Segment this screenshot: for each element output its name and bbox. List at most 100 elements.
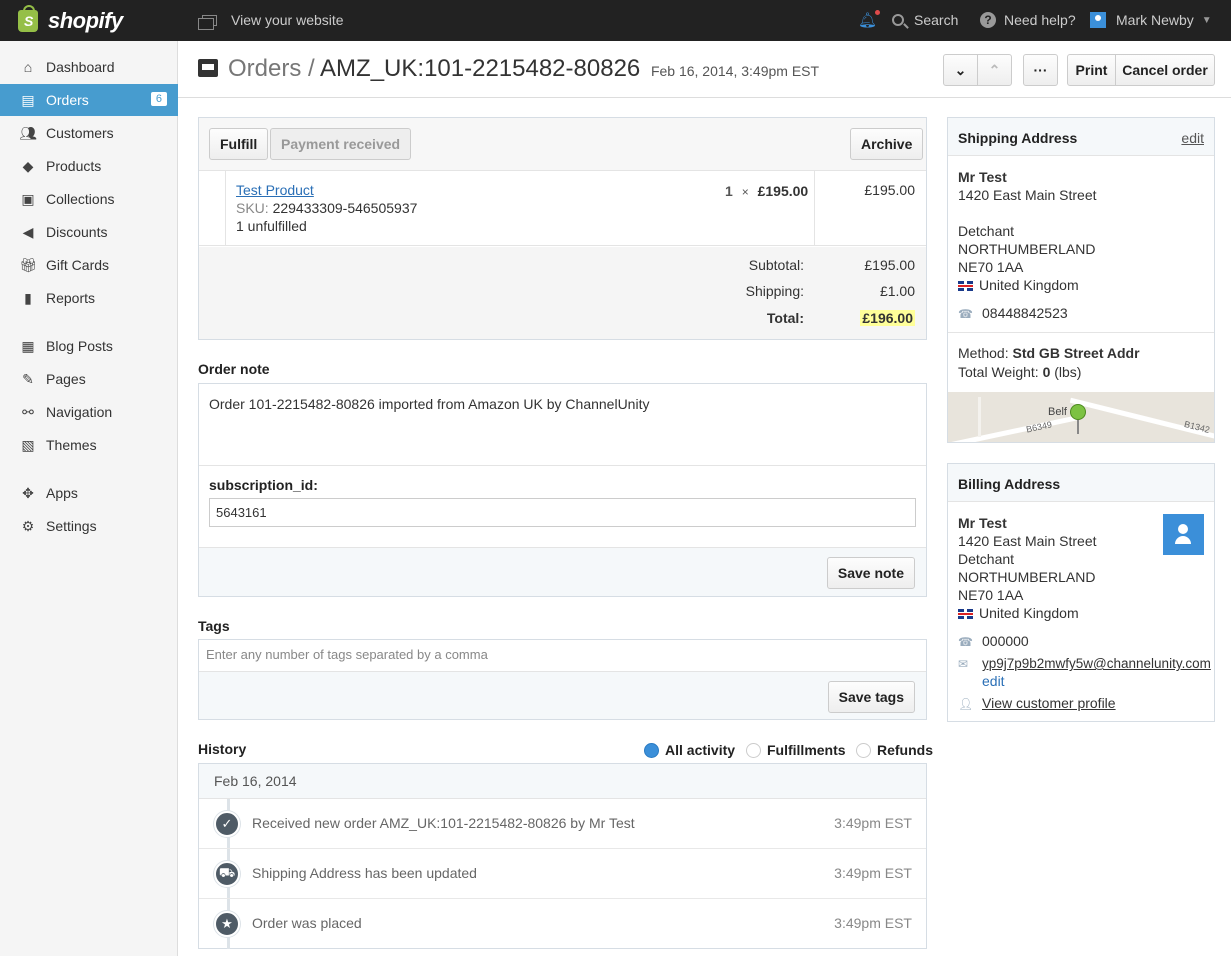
- billing-address-header: Billing Address: [948, 464, 1214, 502]
- link-icon: ⚯: [22, 403, 34, 420]
- billing-postcode: NE70 1AA: [958, 587, 1024, 603]
- sidebar-item-products[interactable]: ◆ Products: [0, 150, 178, 182]
- sidebar-item-dashboard[interactable]: ⌂ Dashboard: [0, 51, 178, 83]
- search-button[interactable]: Search: [892, 12, 958, 28]
- tags-input[interactable]: Enter any number of tags separated by a …: [206, 647, 488, 662]
- sidebar-item-blog-posts[interactable]: ▦ Blog Posts: [0, 330, 178, 362]
- more-actions-button[interactable]: ···: [1023, 54, 1058, 86]
- sidebar-item-gift-cards[interactable]: 🎁︎ Gift Cards: [0, 249, 178, 281]
- sidebar-item-discounts[interactable]: ◀ Discounts: [0, 216, 178, 248]
- history-event: ⛟ Shipping Address has been updated 3:49…: [199, 849, 926, 899]
- view-customer-profile-link[interactable]: View customer profile: [982, 695, 1116, 711]
- view-customer-profile[interactable]: 👤︎ View customer profile: [958, 695, 1116, 711]
- weight-value: 0: [1042, 364, 1051, 380]
- shipping-city: Detchant: [958, 223, 1015, 239]
- billing-address-title: Billing Address: [958, 476, 1061, 492]
- cancel-order-button[interactable]: Cancel order: [1115, 54, 1215, 86]
- uk-flag-icon: [958, 609, 973, 619]
- gift-icon: 🎁︎: [19, 256, 37, 273]
- pages-icon: ✎: [22, 370, 34, 387]
- sidebar-item-orders[interactable]: ▤ Orders 6: [0, 84, 178, 116]
- apps-icon: ✥: [22, 484, 34, 501]
- save-note-button[interactable]: Save note: [826, 557, 915, 589]
- phone-icon: ☎: [958, 307, 973, 321]
- shipping-row: Shipping: £1.00: [199, 283, 926, 303]
- print-button[interactable]: Print: [1067, 54, 1116, 86]
- save-tags-button[interactable]: Save tags: [827, 681, 915, 713]
- edit-shipping-link[interactable]: edit: [1181, 130, 1204, 146]
- radio-icon: [746, 742, 761, 758]
- user-name: Mark Newby: [1116, 12, 1194, 28]
- next-order-button[interactable]: ⌄: [943, 54, 978, 86]
- archive-button[interactable]: Archive: [850, 128, 924, 160]
- billing-country: United Kingdom: [958, 605, 1079, 621]
- shipping-value: £1.00: [879, 283, 915, 299]
- image-icon: ▧: [21, 436, 35, 453]
- country-name: United Kingdom: [979, 277, 1079, 293]
- subscription-id-label: subscription_id:: [209, 477, 318, 493]
- view-website-link[interactable]: View your website: [198, 12, 344, 30]
- product-link[interactable]: Test Product: [236, 182, 314, 198]
- billing-name: Mr Test: [958, 515, 1007, 531]
- tags-heading: Tags: [198, 618, 230, 634]
- sidebar-item-collections[interactable]: ▣ Collections: [0, 183, 178, 215]
- sidebar-item-label: Apps: [46, 485, 78, 501]
- order-note-panel: Order 101-2215482-80826 imported from Am…: [198, 383, 927, 597]
- phone-number: 08448842523: [982, 305, 1068, 321]
- order-details-panel: Fulfill Payment received Archive Test Pr…: [198, 117, 927, 340]
- sidebar-item-customers[interactable]: 👥︎ Customers: [0, 117, 178, 149]
- sidebar-item-apps[interactable]: ✥ Apps: [0, 477, 178, 509]
- user-menu[interactable]: Mark Newby ▼: [1090, 12, 1212, 28]
- fulfill-button[interactable]: Fulfill: [209, 128, 269, 160]
- filter-refunds[interactable]: Refunds: [856, 742, 933, 758]
- filter-all-activity[interactable]: All activity: [644, 742, 735, 758]
- shipping-country: United Kingdom: [958, 277, 1079, 293]
- notifications-button[interactable]: 🔔︎: [858, 10, 881, 29]
- brand-name: shopify: [48, 8, 123, 33]
- history-event: ★ Order was placed 3:49pm EST: [199, 899, 926, 949]
- check-icon: ✓: [214, 811, 240, 837]
- total-row: Total: £196.00: [199, 310, 926, 330]
- filter-label: All activity: [665, 742, 736, 758]
- sidebar: ⌂ Dashboard ▤ Orders 6 👥︎ Customers ◆ Produc…: [0, 41, 178, 956]
- sidebar-item-navigation[interactable]: ⚯ Navigation: [0, 396, 178, 428]
- payment-received-button[interactable]: Payment received: [270, 128, 412, 160]
- subscription-id-field[interactable]: 5643161: [209, 498, 916, 527]
- avatar: [1090, 12, 1106, 28]
- sidebar-item-reports[interactable]: ▮ Reports: [0, 282, 178, 314]
- help-button[interactable]: ? Need help?: [980, 12, 1076, 28]
- sidebar-item-settings[interactable]: ⚙ Settings: [0, 510, 178, 542]
- line-quantity: 1 × £195.00: [725, 183, 808, 199]
- billing-phone: ☎ 000000: [958, 633, 1029, 649]
- total-label: Total:: [766, 310, 804, 326]
- line-total: £195.00: [864, 182, 915, 198]
- phone-number: 000000: [982, 633, 1029, 649]
- sidebar-item-themes[interactable]: ▧ Themes: [0, 429, 178, 461]
- previous-order-button[interactable]: ⌃: [977, 54, 1012, 86]
- edit-email-link[interactable]: edit: [982, 673, 1005, 689]
- order-note-heading: Order note: [198, 361, 270, 377]
- event-text: Order was placed: [252, 915, 362, 931]
- customer-avatar-icon[interactable]: [1163, 514, 1204, 555]
- filter-fulfillments[interactable]: Fulfillments: [746, 742, 846, 758]
- sku-label: SKU:: [236, 200, 269, 216]
- history-panel: Feb 16, 2014 ✓ Received new order AMZ_UK…: [198, 763, 927, 949]
- shopify-logo[interactable]: S shopify: [18, 5, 123, 34]
- method-value: Std GB Street Addr: [1012, 345, 1140, 361]
- email-link[interactable]: yp9j7p9b2mwfy5w@channelunity.com: [982, 656, 1211, 671]
- shipping-address-header: Shipping Address edit: [948, 118, 1214, 156]
- sidebar-item-pages[interactable]: ✎ Pages: [0, 363, 178, 395]
- breadcrumb-orders[interactable]: Orders: [228, 55, 301, 82]
- order-note-textarea[interactable]: Order 101-2215482-80826 imported from Am…: [199, 384, 926, 466]
- total-weight: Total Weight: 0 (lbs): [958, 364, 1081, 380]
- divider: [948, 332, 1214, 333]
- filter-label: Fulfillments: [767, 742, 846, 758]
- note-footer: Save note: [199, 547, 926, 596]
- shipping-name: Mr Test: [958, 169, 1007, 185]
- tags-footer: Save tags: [199, 671, 926, 719]
- quantity-value: 1: [725, 183, 733, 199]
- shipping-map[interactable]: Belf B6349 B1342: [948, 392, 1214, 442]
- subtotal-row: Subtotal: £195.00: [199, 257, 926, 277]
- event-text: Received new order AMZ_UK:101-2215482-80…: [252, 815, 635, 831]
- map-label: Belf: [1048, 406, 1067, 418]
